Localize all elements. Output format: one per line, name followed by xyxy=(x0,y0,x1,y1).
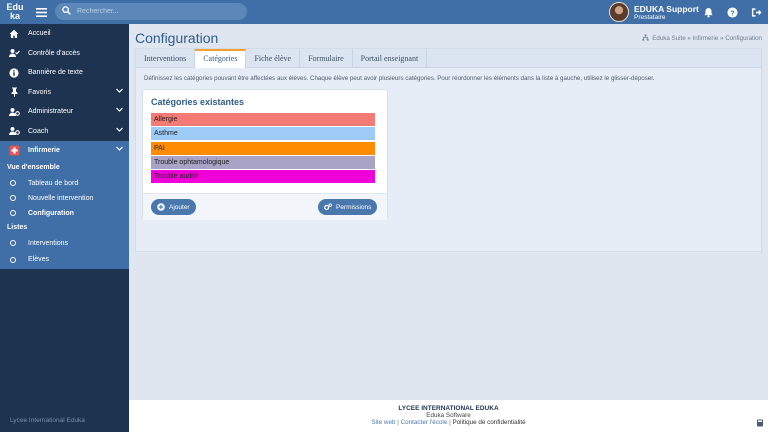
sidebar-item-configuration[interactable]: Configuration xyxy=(0,206,129,221)
circle-icon xyxy=(10,240,16,246)
nurse-icon xyxy=(8,145,20,157)
menu-toggle-icon[interactable] xyxy=(36,0,50,24)
footer-link-contact[interactable]: Contacter l'école xyxy=(401,419,448,426)
tab-portail-enseignant[interactable]: Portail enseignant xyxy=(353,49,428,68)
tab-bar: Interventions Catégories Fiche élève For… xyxy=(136,49,761,68)
sidebar-item-label: Accueil xyxy=(28,30,51,38)
footer-link-site[interactable]: Site web xyxy=(371,419,395,426)
eduka-logo[interactable]: Edu ka xyxy=(0,0,30,24)
sidebar-item-eleves[interactable]: Elèves xyxy=(0,251,129,269)
top-bar: Edu ka EDUKA Support Prestataire ? xyxy=(0,0,768,24)
circle-icon xyxy=(10,210,16,216)
sidebar-item-tableau-de-bord[interactable]: Tableau de bord xyxy=(0,176,129,191)
gears-icon xyxy=(324,203,332,211)
search-bar[interactable] xyxy=(55,3,247,20)
circle-icon xyxy=(10,195,16,201)
circle-icon xyxy=(10,180,16,186)
chevron-down-icon xyxy=(116,107,123,114)
config-panel: Interventions Catégories Fiche élève For… xyxy=(135,48,762,252)
tab-description: Définissez les catégories pouvant être a… xyxy=(144,75,655,82)
categories-title: Catégories existantes xyxy=(151,97,245,107)
footer-link-privacy[interactable]: Politique de confidentialité xyxy=(452,419,525,426)
user-name: EDUKA Support xyxy=(634,3,699,14)
footer-links: Site web | Contacter l'école | Politique… xyxy=(129,419,768,426)
section-heading-overview: Vue d'ensemble xyxy=(7,163,60,171)
sidebar-item-favoris[interactable]: Favoris xyxy=(0,83,129,103)
sidebar-item-label: Infirmerie xyxy=(28,147,60,155)
sidebar-item-interventions[interactable]: Interventions xyxy=(0,236,129,251)
chevron-down-icon xyxy=(116,146,123,153)
infirmerie-submenu: Vue d'ensemble Tableau de bord Nouvelle … xyxy=(0,160,129,269)
avatar xyxy=(609,2,629,22)
permissions-button[interactable]: Permissions xyxy=(318,199,378,215)
chevron-down-icon xyxy=(116,88,123,95)
svg-text:?: ? xyxy=(730,8,735,17)
main-content: Configuration Eduka Suite » Infirmerie »… xyxy=(129,24,768,400)
footer-school-name: LYCEE INTERNATIONAL EDUKA xyxy=(398,405,499,412)
page-title: Configuration xyxy=(135,30,219,46)
help-icon[interactable]: ? xyxy=(726,6,738,18)
breadcrumb[interactable]: Eduka Suite » Infirmerie » Configuration xyxy=(642,34,762,43)
sidebar-item-label: Administrateur xyxy=(28,108,74,116)
categories-card: Catégories existantes Allergie Asthme PA… xyxy=(142,89,388,220)
sidebar-footer: Lycee International Eduka xyxy=(10,417,85,424)
calculator-icon[interactable] xyxy=(756,419,764,427)
category-item[interactable]: Allergie xyxy=(151,113,375,126)
plus-circle-icon xyxy=(157,203,165,211)
sidebar-item-label: Favoris xyxy=(28,88,51,96)
tab-categories[interactable]: Catégories xyxy=(195,49,247,68)
logout-icon[interactable] xyxy=(750,6,762,18)
tab-formulaire[interactable]: Formulaire xyxy=(300,49,353,68)
search-input[interactable] xyxy=(77,8,237,15)
sidebar-item-accueil[interactable]: Accueil xyxy=(0,24,129,44)
tab-fiche-eleve[interactable]: Fiche élève xyxy=(246,49,301,68)
user-menu[interactable]: EDUKA Support Prestataire xyxy=(609,1,699,23)
sidebar-item-banniere[interactable]: Bannière de texte xyxy=(0,63,129,83)
footer-software: Eduka Software xyxy=(426,412,471,419)
search-icon xyxy=(62,6,71,17)
sidebar-item-controle-acces[interactable]: Contrôle d'accès xyxy=(0,44,129,64)
category-item[interactable]: Trouble auditif xyxy=(151,170,375,184)
sidebar-item-label: Coach xyxy=(28,127,49,135)
sidebar-item-label: Bannière de texte xyxy=(28,69,83,77)
bell-icon[interactable] xyxy=(702,6,714,18)
categories-list: Allergie Asthme PAI Trouble ophtamologiq… xyxy=(151,113,375,184)
sidebar-item-administrateur[interactable]: Administrateur xyxy=(0,102,129,122)
sidebar-item-infirmerie[interactable]: Infirmerie xyxy=(0,141,129,161)
category-item[interactable]: PAI xyxy=(151,141,375,155)
section-heading-lists: Listes xyxy=(7,223,28,231)
page-footer: LYCEE INTERNATIONAL EDUKA Eduka Software… xyxy=(129,400,768,432)
add-category-button[interactable]: Ajouter xyxy=(151,199,196,215)
user-gear-icon xyxy=(8,125,20,137)
sitemap-icon xyxy=(642,34,649,43)
chevron-down-icon xyxy=(116,127,123,134)
sidebar-item-label: Contrôle d'accès xyxy=(28,49,80,57)
home-icon xyxy=(8,28,20,40)
divider: | xyxy=(449,419,451,426)
sidebar: Accueil Contrôle d'accès Bannière de tex… xyxy=(0,24,129,432)
info-icon xyxy=(8,67,20,79)
category-item[interactable]: Asthme xyxy=(151,127,375,141)
divider: | xyxy=(397,419,399,426)
circle-icon xyxy=(10,256,16,263)
sidebar-item-nouvelle-intervention[interactable]: Nouvelle intervention xyxy=(0,191,129,206)
user-role: Prestataire xyxy=(634,13,666,21)
tab-interventions[interactable]: Interventions xyxy=(136,49,196,68)
sidebar-item-coach[interactable]: Coach xyxy=(0,122,129,142)
pin-icon xyxy=(8,86,20,98)
category-item[interactable]: Trouble ophtamologique xyxy=(151,155,375,169)
user-gear-icon xyxy=(8,106,20,118)
categories-actions: Ajouter Permissions xyxy=(143,193,387,220)
user-check-icon xyxy=(8,47,20,59)
